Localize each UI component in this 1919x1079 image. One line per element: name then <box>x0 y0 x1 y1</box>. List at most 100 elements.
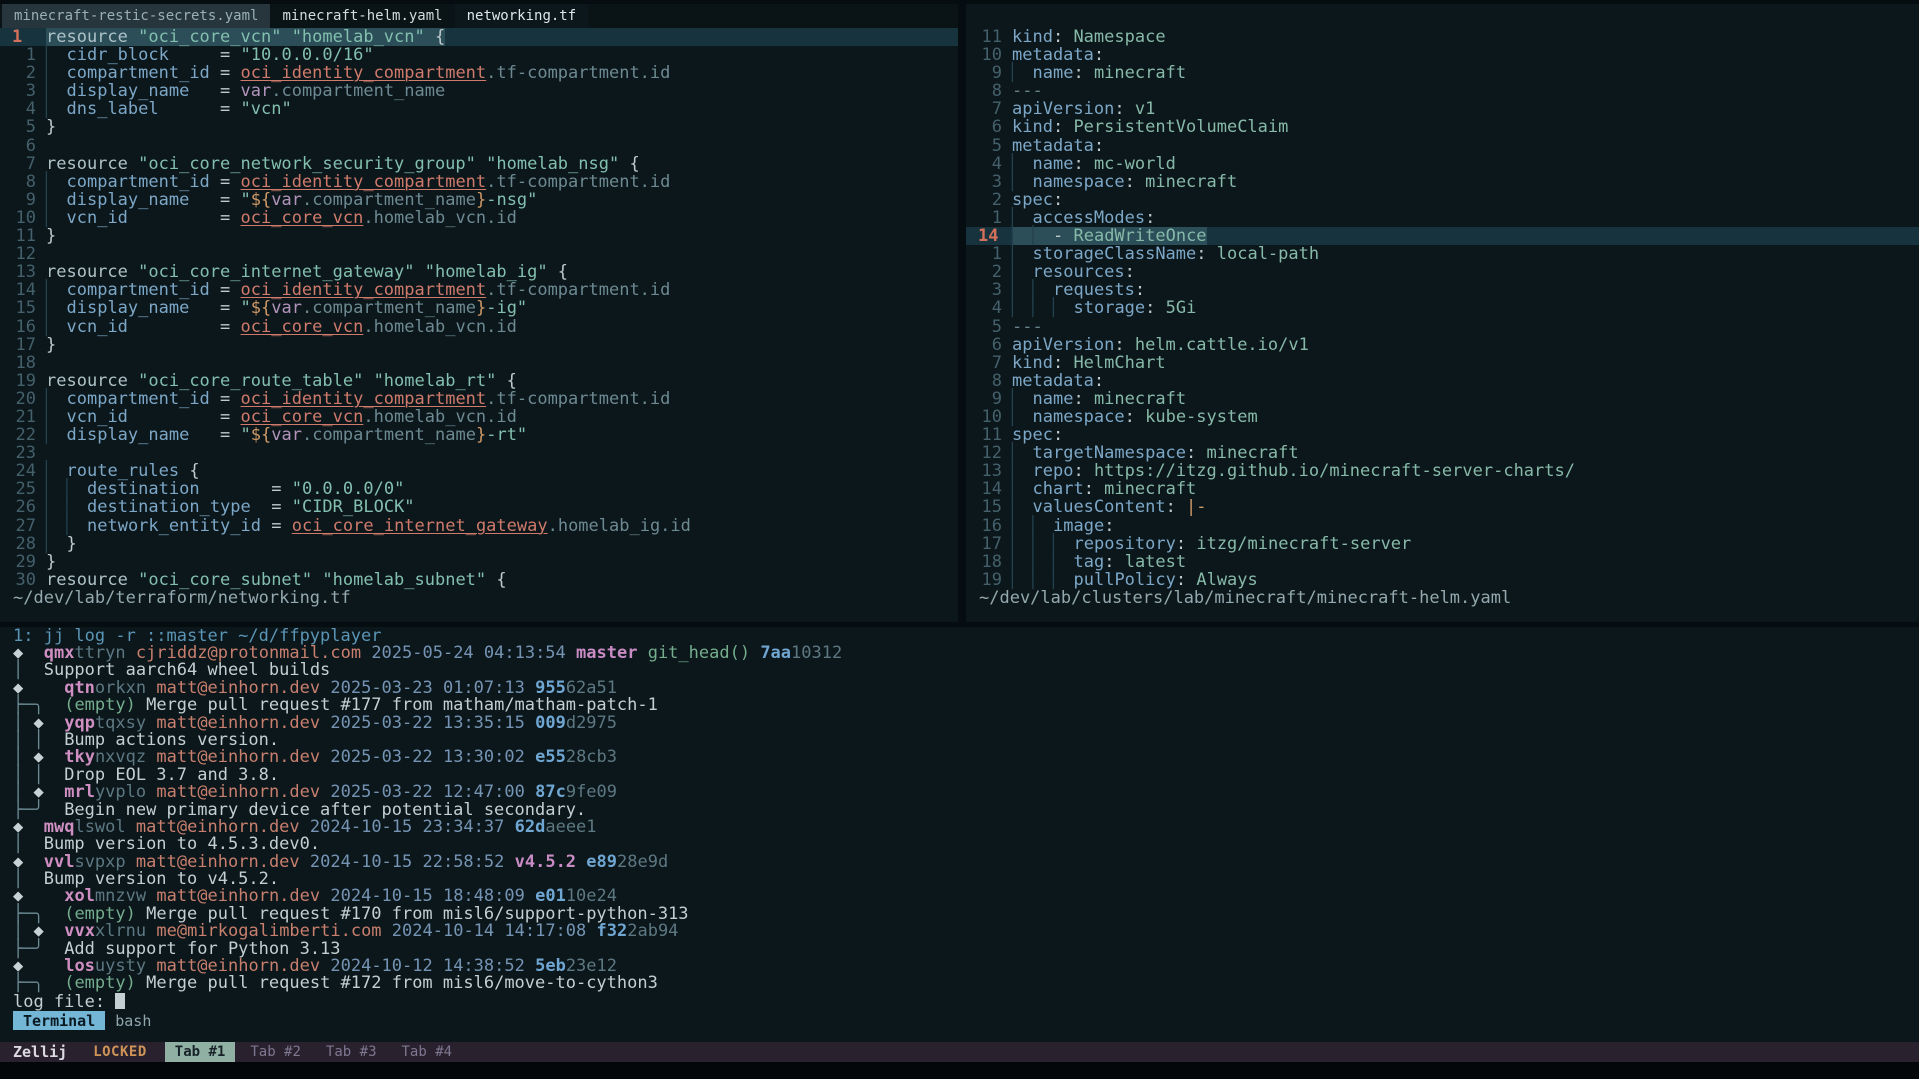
code-line[interactable]: 11} <box>0 227 958 245</box>
code-line[interactable]: 4▏ name: mc-world <box>966 155 1919 173</box>
code-line[interactable]: 29} <box>0 553 958 571</box>
token-key: pullPolicy <box>1074 570 1176 590</box>
zellij-tab-3[interactable]: Tab #3 <box>316 1042 387 1062</box>
token-key: storage <box>1074 298 1146 318</box>
code-line[interactable]: 8metadata: <box>966 372 1919 390</box>
code-line[interactable]: 6 <box>0 137 958 155</box>
code-line[interactable]: 17} <box>0 336 958 354</box>
token-df <box>56 172 66 192</box>
code-line[interactable]: 22▏ display_name = "${var.compartment_na… <box>0 426 958 444</box>
token-ds <box>320 713 330 733</box>
line-number: 19 <box>966 571 1002 589</box>
code-line[interactable]: 21▏ vcn_id = oci_core_vcn.homelab_vcn.id <box>0 408 958 426</box>
code-line[interactable]: 1▏ storageClassName: local-path <box>966 245 1919 263</box>
code-line[interactable]: 12 <box>0 245 958 263</box>
code-area-minecraft-helm-yaml[interactable]: 11kind: Namespace10metadata:9▏ name: min… <box>966 28 1919 589</box>
code-line[interactable]: 25▏ ▏ destination = "0.0.0.0/0" <box>0 480 958 498</box>
code-line[interactable]: 1▏ accessModes: <box>966 209 1919 227</box>
token-st: "CIDR_BLOCK" <box>292 497 415 517</box>
code-line[interactable]: 9▏ name: minecraft <box>966 390 1919 408</box>
code-line[interactable]: 16▏ vcn_id = oci_core_vcn.homelab_vcn.id <box>0 318 958 336</box>
zellij-tab-2[interactable]: Tab #2 <box>240 1042 311 1062</box>
code-area-networking-tf[interactable]: 1resource "oci_core_vcn" "homelab_vcn" {… <box>0 28 958 589</box>
code-line[interactable]: 19▏ ▏ ▏ pullPolicy: Always <box>966 571 1919 589</box>
code-line[interactable]: 6kind: PersistentVolumeClaim <box>966 118 1919 136</box>
code-line[interactable]: 19resource "oci_core_route_table" "homel… <box>0 372 958 390</box>
token-key: valuesContent <box>1033 497 1166 517</box>
code-line[interactable]: 10metadata: <box>966 46 1919 64</box>
code-line[interactable]: 20▏ compartment_id = oci_identity_compar… <box>0 390 958 408</box>
code-line-current[interactable]: 14▏ ▏ - ReadWriteOnce <box>966 227 1919 245</box>
code-line[interactable]: 30resource "oci_core_subnet" "homelab_su… <box>0 571 958 589</box>
code-line[interactable]: 14▏ chart: minecraft <box>966 480 1919 498</box>
token-df <box>77 516 87 536</box>
zellij-tab-1[interactable]: Tab #1 <box>165 1042 236 1062</box>
code-line[interactable]: 11kind: Namespace <box>966 28 1919 46</box>
code-line[interactable]: 15▏ display_name = "${var.compartment_na… <box>0 299 958 317</box>
code-line[interactable]: 28▏ } <box>0 535 958 553</box>
token-df <box>1063 298 1073 318</box>
buffer-tab-networking-tf[interactable]: networking.tf <box>455 4 589 28</box>
code-line[interactable]: 9▏ display_name = "${var.compartment_nam… <box>0 191 958 209</box>
editor-pane-right[interactable]: 11kind: Namespace10metadata:9▏ name: min… <box>966 4 1919 622</box>
zellij-tab-4[interactable]: Tab #4 <box>392 1042 463 1062</box>
code-line[interactable]: 18 <box>0 354 958 372</box>
code-line[interactable]: 5metadata: <box>966 137 1919 155</box>
code-line[interactable]: 2▏ compartment_id = oci_identity_compart… <box>0 64 958 82</box>
code-line[interactable]: 26▏ ▏ destination_type = "CIDR_BLOCK" <box>0 498 958 516</box>
code-line[interactable]: 3▏ display_name = var.compartment_name <box>0 82 958 100</box>
buffer-tab-minecraft-helm-yaml[interactable]: minecraft-helm.yaml <box>270 4 454 28</box>
shell-prompt-line[interactable]: log file: <box>13 993 1919 1010</box>
code-line[interactable]: 23 <box>0 444 958 462</box>
token-val: HelmChart <box>1073 353 1165 373</box>
token-df: } <box>46 335 56 355</box>
mode-indicator-locked: LOCKED <box>93 1044 147 1060</box>
stack-tab-bash[interactable]: bash <box>105 1011 161 1030</box>
code-line[interactable]: 3▏ namespace: minecraft <box>966 173 1919 191</box>
token-key: apiVersion <box>1012 335 1114 355</box>
code-line[interactable]: 1▏ cidr_block = "10.0.0.0/16" <box>0 46 958 64</box>
code-line[interactable]: 5--- <box>966 318 1919 336</box>
code-line[interactable]: 2spec: <box>966 191 1919 209</box>
code-line-current[interactable]: 1resource "oci_core_vcn" "homelab_vcn" { <box>0 28 958 46</box>
buffer-tab-minecraft-restic-secrets-yaml[interactable]: minecraft-restic-secrets.yaml <box>2 4 270 28</box>
code-line[interactable]: 17▏ ▏ ▏ repository: itzg/minecraft-serve… <box>966 535 1919 553</box>
code-line[interactable]: 8--- <box>966 82 1919 100</box>
code-text: ▏ ▏ ▏ repository: itzg/minecraft-server <box>1012 535 1411 553</box>
token-df <box>56 317 66 337</box>
line-number: 9 <box>966 64 1002 82</box>
token-mem: .homelab_ig.id <box>548 516 691 536</box>
code-line[interactable]: 24▏ route_rules { <box>0 462 958 480</box>
code-line[interactable]: 7kind: HelmChart <box>966 354 1919 372</box>
code-line[interactable]: 4▏ ▏ ▏ storage: 5Gi <box>966 299 1919 317</box>
code-line[interactable]: 10▏ vcn_id = oci_core_vcn.homelab_vcn.id <box>0 209 958 227</box>
terminal-pane[interactable]: 1: jj log -r ::master ~/d/ffpyplayer ◆ q… <box>0 627 1919 1042</box>
code-line[interactable]: 5} <box>0 118 958 136</box>
code-line[interactable]: 27▏ ▏ network_entity_id = oci_core_inter… <box>0 517 958 535</box>
editor-pane-left[interactable]: minecraft-restic-secrets.yamlminecraft-h… <box>0 4 958 622</box>
code-line[interactable]: 6apiVersion: helm.cattle.io/v1 <box>966 336 1919 354</box>
token-ig: ▏ <box>46 407 56 427</box>
token-tgl: ├─╮ <box>13 973 44 993</box>
code-line[interactable]: 7apiVersion: v1 <box>966 100 1919 118</box>
code-line[interactable]: 16▏ ▏ image: <box>966 517 1919 535</box>
code-line[interactable]: 11spec: <box>966 426 1919 444</box>
token-df <box>1043 298 1053 318</box>
code-line[interactable]: 13resource "oci_core_internet_gateway" "… <box>0 263 958 281</box>
code-line[interactable]: 14▏ compartment_id = oci_identity_compar… <box>0 281 958 299</box>
stack-tab-terminal[interactable]: Terminal <box>13 1011 105 1030</box>
code-line[interactable]: 8▏ compartment_id = oci_identity_compart… <box>0 173 958 191</box>
code-line[interactable]: 4▏ dns_label = "vcn" <box>0 100 958 118</box>
code-line[interactable]: 3▏ ▏ requests: <box>966 281 1919 299</box>
code-line[interactable]: 18▏ ▏ ▏ tag: latest <box>966 553 1919 571</box>
code-line[interactable]: 10▏ namespace: kube-system <box>966 408 1919 426</box>
code-line[interactable]: 13▏ repo: https://itzg.github.io/minecra… <box>966 462 1919 480</box>
code-line[interactable]: 15▏ valuesContent: |- <box>966 498 1919 516</box>
code-line[interactable]: 12▏ targetNamespace: minecraft <box>966 444 1919 462</box>
token-var: var <box>271 425 302 445</box>
code-text: } <box>46 553 56 571</box>
code-line[interactable]: 2▏ resources: <box>966 263 1919 281</box>
code-line[interactable]: 9▏ name: minecraft <box>966 64 1919 82</box>
code-line[interactable]: 7resource "oci_core_network_security_gro… <box>0 155 958 173</box>
line-number: 1 <box>966 209 1002 227</box>
